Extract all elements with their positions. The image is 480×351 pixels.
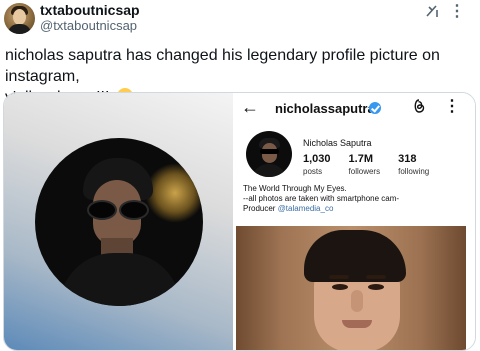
ig-profile-avatar [246,131,292,177]
ig-stat-label: posts [303,167,323,176]
instagram-screenshot-image[interactable]: ← nicholassaputra ⋮ Nicholas Saputra 1,0… [235,93,475,350]
ig-stat-following: 318 following [398,153,429,177]
ig-stat-label: following [398,167,430,176]
more-options-icon[interactable]: ⋮ [449,1,466,21]
grok-icon[interactable] [425,4,439,18]
ig-stat-label: followers [348,167,381,176]
verified-badge-icon [369,102,381,114]
ig-bio-line: The World Through My Eyes. [243,184,347,193]
ig-full-name: Nicholas Saputra [303,138,372,148]
ig-bio-link: @talamedia_co [277,204,334,213]
ig-stat-value: 318 [398,153,417,165]
profile-picture-circle [35,138,203,306]
sunglasses [87,200,149,220]
ig-more-icon: ⋮ [444,98,460,115]
author-avatar[interactable] [4,3,35,34]
ig-bio-prefix: Producer [243,204,278,213]
ig-bio-line: Producer @talamedia_co [243,204,473,214]
threads-icon [414,99,425,113]
ig-stats: 1,030 posts 1.7M followers 318 following [303,153,447,177]
ig-stat-posts: 1,030 posts [303,153,331,177]
ig-bio-line: --all photos are taken with smartphone c… [243,194,400,203]
author-handle[interactable]: @txtaboutnicsap [40,18,137,33]
profile-picture-image[interactable] [4,93,233,350]
back-arrow-icon: ← [241,97,259,117]
ig-post-photo [236,226,466,350]
ig-stat-value: 1,030 [303,153,331,165]
tweet-media[interactable]: ← nicholassaputra ⋮ Nicholas Saputra 1,0… [3,92,476,351]
author-display-name[interactable]: txtaboutnicsap [40,2,140,18]
ig-username: nicholassaputra [275,101,375,116]
tweet-header: txtaboutnicsap @txtaboutnicsap ⋮ [0,0,480,38]
ig-stat-value: 1.7M [348,153,373,165]
tweet-text-line1: nicholas saputra has changed his legenda… [5,47,440,85]
ig-bio: The World Through My Eyes. --all photos … [243,184,473,214]
ig-stat-followers: 1.7M followers [349,153,381,177]
